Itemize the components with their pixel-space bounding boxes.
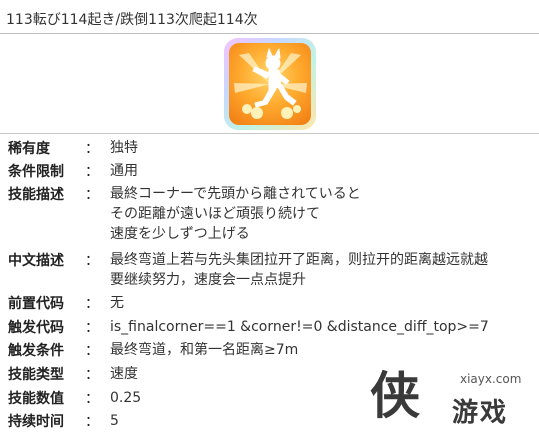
field-colon: ： [85,391,99,407]
field-label: 技能类型 [8,367,64,383]
value-line: 最终弯道上若与先头集团拉开了距离，则拉开的距离越远就越 [110,252,488,268]
value-line: 速度を少しずつ上げる [110,226,250,242]
field-label: 触发条件 [8,343,64,359]
field-colon: ： [85,414,99,430]
value-line: 通用 [110,163,138,179]
page-title: 113転び114起き/跌倒113次爬起114次 [6,12,258,28]
watermark-name: 游戏 [452,398,509,428]
value-line: 要继续努力，速度会一点点提升 [110,272,306,288]
value-line: 最终弯道，和第一名距离≥7m [110,342,299,358]
value-line: 最終コーナーで先頭から離されていると [110,186,361,202]
divider-top [0,133,539,134]
running-figure-icon [234,48,307,119]
field-colon: ： [85,253,99,269]
field-value: 最终弯道，和第一名距离≥7m [110,340,530,360]
value-line: その距離が遠いほど頑張り続けて [110,206,320,222]
field-label: 条件限制 [8,164,64,180]
field-label: 技能描述 [8,187,64,203]
field-label: 技能数值 [8,391,64,407]
value-line: 无 [110,295,124,311]
value-line: is_finalcorner==1 &corner!=0 &distance_d… [110,319,489,335]
field-label: 中文描述 [8,253,64,269]
value-line: 独特 [110,140,138,156]
field-colon: ： [85,343,99,359]
field-value: 通用 [110,161,530,181]
header-bar: 113転び114起き/跌倒113次爬起114次 [0,0,539,34]
field-colon: ： [85,164,99,180]
watermark: 侠 xiayx.com 游戏 [360,362,539,433]
running-figure-skill-icon [229,43,311,125]
field-colon: ： [85,320,99,336]
field-label: 触发代码 [8,320,64,336]
field-value: 最终弯道上若与先头集团拉开了距离，则拉开的距离越远就越 要继续努力，速度会一点点… [110,250,530,290]
field-label: 稀有度 [8,141,50,157]
field-colon: ： [85,296,99,312]
skill-icon-frame [224,38,316,130]
field-colon: ： [85,367,99,383]
field-value: 无 [110,293,530,313]
field-label: 前置代码 [8,296,64,312]
field-value: is_finalcorner==1 &corner!=0 &distance_d… [110,317,530,337]
field-colon: ： [85,141,99,157]
field-colon: ： [85,187,99,203]
field-value: 独特 [110,138,530,158]
field-label: 持续时间 [8,414,64,430]
field-value: 最終コーナーで先頭から離されていると その距離が遠いほど頑張り続けて 速度を少し… [110,184,530,244]
watermark-url: xiayx.com [460,372,522,386]
watermark-logo: 侠 [370,366,420,425]
